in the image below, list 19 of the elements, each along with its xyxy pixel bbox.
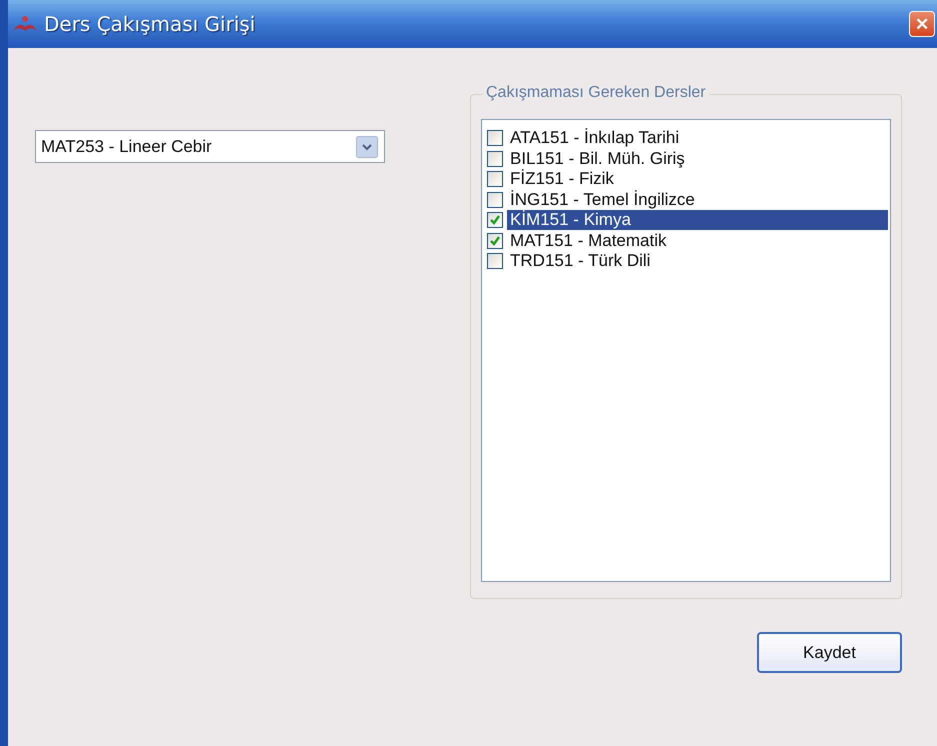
checkbox[interactable]	[487, 253, 503, 270]
list-item[interactable]: İNG151 - Temel İngilizce	[507, 190, 888, 210]
list-item[interactable]: TRD151 - Türk Dili	[507, 251, 888, 272]
app-logo-icon	[12, 15, 38, 33]
checkbox[interactable]	[487, 150, 503, 167]
list-item[interactable]: FİZ151 - Fizik	[507, 169, 888, 190]
checkbox[interactable]	[487, 232, 503, 249]
window-title: Ders Çakışması Girişi	[44, 12, 256, 36]
save-button[interactable]: Kaydet	[757, 632, 902, 673]
checkbox[interactable]	[487, 130, 503, 146]
checkbox[interactable]	[487, 192, 503, 208]
checkbox[interactable]	[487, 171, 503, 188]
list-item[interactable]: BIL151 - Bil. Müh. Giriş	[507, 148, 888, 169]
group-legend: Çakışmaması Gereken Dersler	[483, 84, 709, 102]
list-item[interactable]: ATA151 - İnkılap Tarihi	[507, 128, 888, 148]
course-dropdown[interactable]: MAT253 - Lineer Cebir	[35, 130, 385, 163]
checkbox[interactable]	[487, 212, 503, 228]
list-item[interactable]: MAT151 - Matematik	[507, 230, 888, 251]
list-item[interactable]: KİM151 - Kimya	[507, 210, 888, 230]
